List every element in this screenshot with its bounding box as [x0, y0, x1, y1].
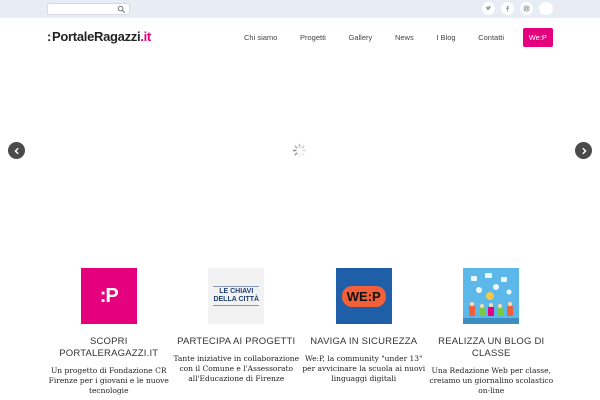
feature-title[interactable]: SCOPRI PORTALERAGAZZI.IT	[45, 336, 173, 360]
feature-title[interactable]: REALIZZA UN BLOG DI CLASSE	[428, 336, 556, 360]
loading-spinner-icon	[292, 143, 307, 158]
image-text-wep: WE:P	[341, 285, 386, 307]
facebook-icon[interactable]	[501, 2, 514, 15]
feature-description: Un progetto di Fondazione CR Firenze per…	[48, 366, 169, 395]
main-nav: Chi siamo Progetti Gallery News I Blog C…	[240, 27, 553, 48]
site-header: : PortaleRagazzi .it Chi siamo Progetti …	[0, 18, 600, 55]
logo-tld: .it	[140, 29, 151, 44]
hero-slider	[0, 55, 600, 250]
image-text-chiavi: LE CHIAVI DELLA CITTÀ	[213, 288, 260, 303]
wep-logo-image[interactable]: WE:P	[335, 268, 392, 324]
feature-description: We:P, la community "under 13" per avvici…	[302, 354, 426, 383]
feature-partecipa: LE CHIAVI DELLA CITTÀ PARTECIPA AI PROGE…	[173, 268, 301, 400]
search-icon[interactable]	[117, 5, 126, 14]
search-box[interactable]	[47, 3, 130, 15]
feature-title[interactable]: PARTECIPA AI PROGETTI	[177, 336, 295, 348]
chiavi-citta-logo-image[interactable]: LE CHIAVI DELLA CITTÀ	[208, 268, 265, 324]
feature-scopri: :P SCOPRI PORTALERAGAZZI.IT Un progetto …	[45, 268, 173, 400]
feature-description: Tante iniziative in collaborazione con i…	[173, 354, 300, 383]
feature-title[interactable]: NAVIGA IN SICUREZZA	[310, 336, 417, 348]
nav-item-wep-button[interactable]: We:P	[522, 28, 553, 47]
instagram-icon[interactable]	[520, 2, 533, 15]
nav-item-progetti[interactable]: Progetti	[296, 27, 330, 48]
feature-description: Una Redazione Web per classe, creiamo un…	[429, 366, 554, 395]
blog-illustration-image[interactable]	[463, 268, 520, 324]
slider-prev-button[interactable]	[8, 142, 25, 159]
slider-next-button[interactable]	[575, 142, 592, 159]
portaleragazzi-logo-image[interactable]: :P	[80, 268, 137, 324]
feature-blog: REALIZZA UN BLOG DI CLASSE Una Redazione…	[428, 268, 556, 400]
top-bar	[0, 0, 600, 18]
nav-item-chi-siamo[interactable]: Chi siamo	[240, 27, 281, 48]
prev-arrow-icon	[13, 147, 19, 154]
nav-item-news[interactable]: News	[391, 27, 418, 48]
logo-name: PortaleRagazzi	[52, 29, 141, 44]
search-input[interactable]	[50, 4, 116, 14]
twitter-icon[interactable]	[482, 2, 495, 15]
nav-item-contatti[interactable]: Contatti	[474, 27, 508, 48]
feature-naviga: WE:P NAVIGA IN SICUREZZA We:P, la commun…	[300, 268, 428, 400]
image-text-p: :P	[99, 284, 119, 307]
decor-line-icon	[213, 305, 260, 306]
nav-item-blog[interactable]: I Blog	[432, 27, 459, 48]
extra-social-icon[interactable]	[540, 2, 553, 15]
site-logo[interactable]: : PortaleRagazzi .it	[47, 29, 151, 44]
nav-item-gallery[interactable]: Gallery	[345, 27, 377, 48]
next-arrow-icon	[581, 147, 587, 154]
classroom-illustration-icon	[463, 268, 520, 324]
features-row: :P SCOPRI PORTALERAGAZZI.IT Un progetto …	[45, 268, 555, 400]
logo-prefix: :	[47, 29, 52, 44]
